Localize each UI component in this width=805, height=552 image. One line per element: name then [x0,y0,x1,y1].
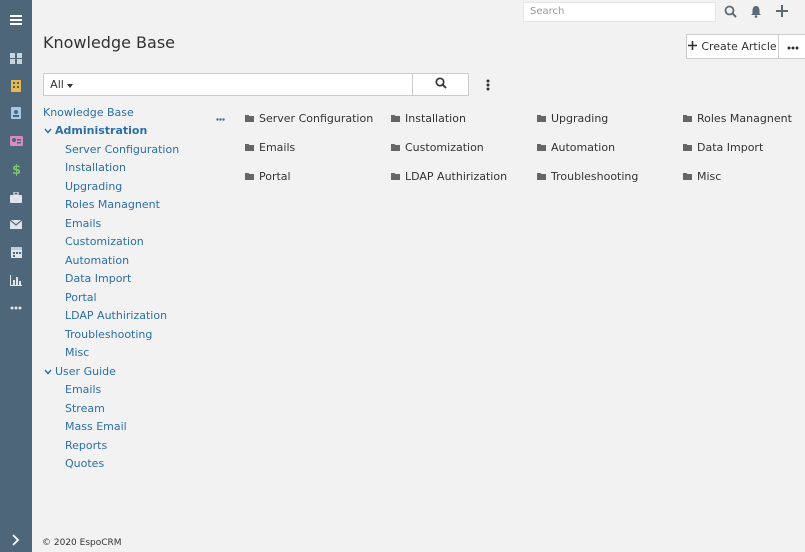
folder-link[interactable]: LDAP Authirization [391,170,507,183]
tree-item[interactable]: Mass Email [65,420,127,433]
reports-icon[interactable] [6,271,26,289]
more-actions-button[interactable] [778,34,805,59]
tree-category-administration[interactable]: Administration [43,124,147,137]
text-filter-input[interactable] [79,73,413,96]
folder-label: Upgrading [551,112,609,125]
search-icon [434,77,447,92]
folder-label: Troubleshooting [551,170,639,183]
footer-copyright: © 2020 EspoCRM [42,538,122,548]
folder-icon [537,144,546,151]
ellipsis-icon [787,40,799,53]
folder-link[interactable]: Automation [537,141,615,154]
folder-link[interactable]: Portal [245,170,291,183]
folder-label: Customization [405,141,484,154]
folder-label: Installation [405,112,466,125]
accounts-icon[interactable] [6,77,26,95]
folder-label: LDAP Authirization [405,170,508,183]
filter-dropdown[interactable]: All [43,73,80,96]
tree-category-label: Administration [55,124,148,137]
folder-icon [537,173,546,180]
tree-root-link[interactable]: Knowledge Base [43,106,134,119]
folder-icon [683,144,692,151]
create-article-button[interactable]: Create Article [686,34,779,59]
chevron-down-icon[interactable] [43,128,52,134]
page-title: Knowledge Base [43,33,175,52]
tree-item[interactable]: Emails [65,217,101,230]
calendar-icon[interactable] [6,243,26,261]
folder-link[interactable]: Emails [245,141,295,154]
folder-label: Automation [551,141,616,154]
folder-icon [391,144,400,151]
cases-icon[interactable] [6,188,26,206]
tree-item[interactable]: Emails [65,383,101,396]
search-button[interactable] [412,73,469,96]
folder-label: Misc [697,170,722,183]
tree-item[interactable]: Portal [65,291,97,304]
opportunities-icon[interactable]: $ [6,160,26,178]
folder-label: Data Import [697,141,764,154]
tree-item[interactable]: LDAP Authirization [65,309,167,322]
contacts-icon[interactable] [6,104,26,122]
tree-category-label: User Guide [55,365,116,378]
tree-item[interactable]: Stream [65,402,105,415]
tree-item[interactable]: Quotes [65,457,104,470]
tree-item[interactable]: Misc [65,346,89,359]
tree-item[interactable]: Roles Managnent [65,198,160,211]
folder-icon [245,173,254,180]
create-article-label: Create Article [701,40,777,53]
menu-icon[interactable] [6,11,26,29]
caret-down-icon [66,78,73,91]
folder-link[interactable]: Troubleshooting [537,170,638,183]
expand-sidebar-icon[interactable] [6,531,26,549]
quick-create-icon[interactable] [774,4,790,18]
folder-label: Roles Managnent [697,112,792,125]
category-grid: Server Configuration Installation Upgrad… [245,112,805,202]
tree-item[interactable]: Installation [65,161,126,174]
folder-link[interactable]: Customization [391,141,484,154]
folder-icon [683,173,692,180]
folder-icon [391,173,400,180]
tree-options-icon[interactable] [216,111,225,124]
more-icon[interactable] [6,299,26,317]
filter-label: All [50,78,64,91]
folder-link[interactable]: Misc [683,170,721,183]
folder-link[interactable]: Server Configuration [245,112,373,125]
folder-link[interactable]: Installation [391,112,466,125]
folder-icon [683,115,692,122]
tree-item[interactable]: Troubleshooting [65,328,152,341]
folder-label: Emails [259,141,296,154]
tree-item[interactable]: Automation [65,254,129,267]
filter-options-icon[interactable] [483,76,493,94]
folder-icon [245,115,254,122]
folder-link[interactable]: Roles Managnent [683,112,792,125]
search-icon[interactable] [722,4,738,18]
folder-icon [537,115,546,122]
plus-icon [688,40,698,53]
folder-label: Portal [259,170,291,183]
leads-icon[interactable] [6,132,26,150]
folder-link[interactable]: Upgrading [537,112,608,125]
tree-item[interactable]: Customization [65,235,144,248]
folder-icon [391,115,400,122]
global-search-input[interactable]: Search [523,2,716,22]
folder-label: Server Configuration [259,112,374,125]
chevron-down-icon[interactable] [43,369,52,375]
left-navbar: $ [0,0,32,552]
tree-category-user-guide[interactable]: User Guide [43,365,116,378]
svg-text:$: $ [12,163,21,176]
emails-icon[interactable] [6,215,26,233]
tree-item[interactable]: Data Import [65,272,131,285]
tree-item[interactable]: Upgrading [65,180,122,193]
dashboard-icon[interactable] [6,49,26,67]
folder-link[interactable]: Data Import [683,141,763,154]
tree-item[interactable]: Reports [65,439,107,452]
folder-icon [245,144,254,151]
tree-item[interactable]: Server Configuration [65,143,179,156]
bell-icon[interactable] [748,4,764,18]
